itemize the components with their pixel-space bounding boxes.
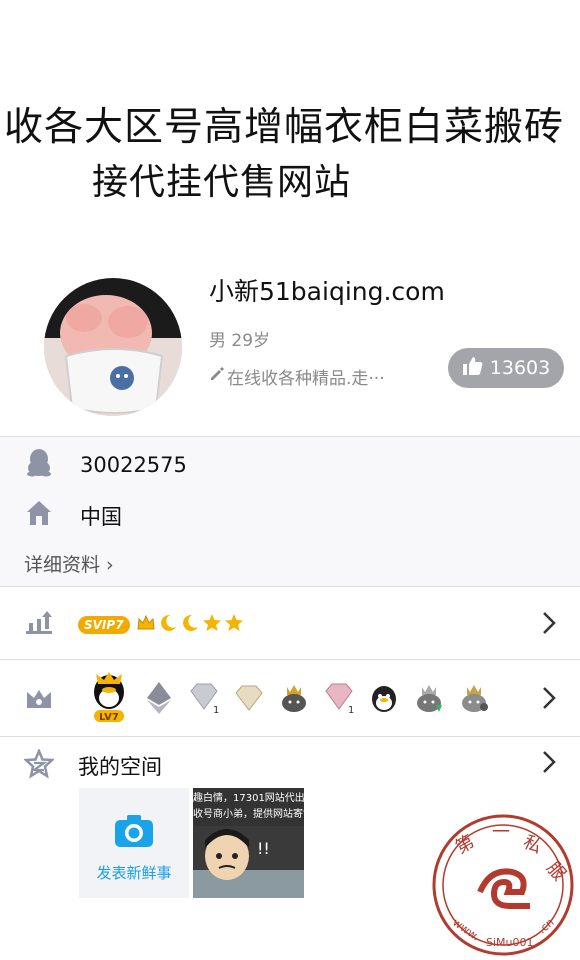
moon-icon bbox=[180, 613, 200, 637]
qq-number: 30022575 bbox=[80, 452, 187, 477]
level-row[interactable]: SVIP7 bbox=[0, 587, 580, 659]
thumb-caption-line2: 收号商小弟，提供网站寄售 bbox=[193, 809, 304, 820]
ethereum-icon bbox=[141, 680, 177, 716]
location: 中国 bbox=[80, 504, 122, 529]
space-row[interactable]: 我的空间 bbox=[0, 737, 580, 787]
penguin-icon bbox=[24, 447, 54, 482]
svg-text:SiMu001: SiMu001 bbox=[486, 936, 534, 949]
thumb-caption-line1: 趣白情，17301网站代出~ bbox=[193, 793, 304, 804]
profile-header: 小新51baiqing.com 男 29岁 在线收各种精品.走··· 13603 bbox=[0, 260, 580, 436]
svg-text:一: 一 bbox=[492, 822, 510, 843]
star-outline-icon bbox=[22, 747, 56, 783]
penguin-face-icon bbox=[366, 680, 402, 716]
star-icon bbox=[202, 613, 222, 637]
penguin-lv7-icon: LV7 bbox=[86, 672, 132, 724]
svg-text:!!: !! bbox=[257, 839, 270, 858]
crowned-blob-icon bbox=[276, 680, 312, 716]
level-badges: SVIP7 bbox=[78, 613, 244, 637]
post-new-button[interactable]: 发表新鲜事 bbox=[79, 788, 189, 898]
svip-badge: SVIP7 bbox=[78, 616, 130, 634]
gender-age: 男 29岁 bbox=[209, 331, 271, 351]
diamond-silver-icon: 1 bbox=[186, 680, 222, 716]
chevron-right-icon bbox=[542, 750, 556, 778]
moon-icon bbox=[158, 613, 178, 637]
medals-row[interactable]: LV7 1 1 bbox=[0, 660, 580, 736]
location-row: 中国 bbox=[24, 498, 122, 533]
watermark-stamp: 第 一 私 服 www. SiMu001 .cn bbox=[430, 812, 576, 958]
banner-text-line2: 接代挂代售网站 bbox=[92, 162, 352, 203]
svg-text:LV7: LV7 bbox=[99, 712, 119, 723]
home-icon bbox=[24, 498, 54, 533]
level-up-icon bbox=[24, 609, 54, 641]
crowned-blob-green-icon bbox=[411, 680, 447, 716]
star-icon bbox=[224, 613, 244, 637]
crown-outline-icon bbox=[24, 686, 54, 716]
like-button[interactable]: 13603 bbox=[448, 348, 564, 388]
crown-icon bbox=[136, 613, 156, 637]
avatar[interactable] bbox=[44, 278, 182, 416]
diamond-pink-icon: 1 bbox=[321, 680, 357, 716]
pencil-icon bbox=[209, 366, 225, 387]
nickname: 小新51baiqing.com bbox=[209, 277, 445, 306]
crowned-blob-gray-icon bbox=[456, 680, 492, 716]
qq-row: 30022575 bbox=[24, 447, 187, 482]
post-new-label: 发表新鲜事 bbox=[96, 864, 172, 882]
svg-text:1: 1 bbox=[213, 705, 219, 715]
thumbs-up-icon bbox=[462, 355, 484, 382]
space-photo-thumbnail[interactable]: 趣白情，17301网站代出~ 收号商小弟，提供网站寄售 !! bbox=[193, 788, 304, 898]
chevron-right-icon bbox=[542, 686, 556, 714]
meme-character-icon: !! bbox=[193, 826, 304, 898]
diamond-gold-icon bbox=[231, 680, 267, 716]
banner-text-line1: 收各大区号高增幅衣柜白菜搬砖 bbox=[4, 105, 565, 150]
svg-text:1: 1 bbox=[348, 705, 354, 715]
chevron-right-icon bbox=[542, 611, 556, 639]
camera-icon bbox=[114, 814, 154, 852]
detail-link[interactable]: 详细资料 › bbox=[24, 550, 114, 577]
promo-banner: 收各大区号高增幅衣柜白菜搬砖 接代挂代售网站 bbox=[0, 0, 580, 260]
info-section: 30022575 中国 详细资料 › bbox=[0, 437, 580, 586]
medal-list: LV7 1 1 bbox=[86, 672, 492, 724]
signature-text: 在线收各种精品.走··· bbox=[227, 369, 385, 389]
signature[interactable]: 在线收各种精品.走··· bbox=[209, 364, 385, 389]
like-count: 13603 bbox=[489, 357, 551, 379]
space-title: 我的空间 bbox=[78, 755, 162, 779]
